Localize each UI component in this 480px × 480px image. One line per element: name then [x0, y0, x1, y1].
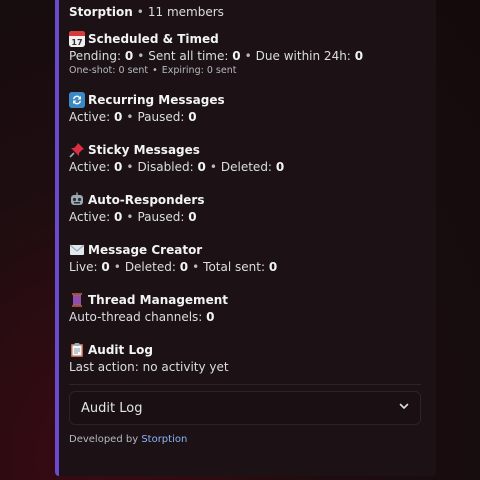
section-title: Audit Log	[88, 343, 153, 357]
pending-value: 0	[124, 49, 134, 63]
total-label: Total sent:	[203, 260, 265, 274]
channels-value: 0	[206, 310, 215, 324]
embed-footer: Developed by Storption	[69, 434, 422, 445]
embed-header: Storption • 11 members	[69, 5, 224, 19]
section-audit-log: Audit Log Last action: no activity yet	[69, 342, 422, 375]
thread-spool-icon	[69, 292, 85, 308]
select-value: Audit Log	[81, 400, 143, 416]
section-title: Sticky Messages	[88, 143, 200, 157]
sent-label: Sent all time:	[148, 49, 229, 63]
deleted-value: 0	[275, 160, 285, 174]
due-label: Due within 24h:	[255, 49, 351, 63]
paused-label: Paused:	[137, 110, 185, 124]
svg-text:17: 17	[71, 38, 82, 47]
last-action: Last action: no activity yet	[69, 360, 229, 374]
section-scheduled: 17 Scheduled & Timed Pending: 0 • Sent all…	[69, 31, 364, 76]
active-value: 0	[114, 110, 123, 124]
section-title: Recurring Messages	[88, 93, 225, 107]
active-label: Active:	[69, 160, 111, 174]
oneshot-stat: One-shot: 0 sent	[69, 65, 149, 76]
section-title: Scheduled & Timed	[88, 32, 219, 46]
live-value: 0	[101, 260, 110, 274]
section-title: Thread Management	[88, 293, 228, 307]
deleted-value: 0	[179, 260, 189, 274]
section-recurring: Recurring Messages Active: 0 • Paused: 0	[69, 92, 225, 124]
active-value: 0	[114, 210, 123, 224]
total-value: 0	[268, 260, 278, 274]
section-title: Auto-Responders	[88, 193, 205, 207]
section-message-creator: Message Creator Live: 0 • Deleted: 0 • Total…	[69, 242, 278, 274]
footer-prefix: Developed by	[69, 434, 139, 445]
due-value: 0	[354, 49, 364, 63]
paused-value: 0	[188, 110, 197, 124]
disabled-value: 0	[197, 160, 206, 174]
server-name: Storption	[69, 5, 133, 19]
section-sticky: Sticky Messages Active: 0 • Disabled: 0 • De…	[69, 142, 285, 174]
pushpin-icon	[69, 142, 85, 158]
deleted-label: Deleted:	[124, 260, 176, 274]
stats-embed: Storption • 11 members 17 Scheduled & Time…	[55, 0, 436, 476]
divider	[69, 384, 421, 385]
clipboard-icon	[69, 342, 85, 358]
robot-icon	[69, 192, 85, 208]
section-title: Message Creator	[88, 243, 203, 257]
live-label: Live:	[69, 260, 98, 274]
sent-value: 0	[232, 49, 241, 63]
deleted-label: Deleted:	[220, 160, 272, 174]
section-thread-management: Thread Management Auto-thread channels: …	[69, 292, 422, 325]
expiring-stat: Expiring: 0 sent	[161, 65, 237, 76]
envelope-icon	[69, 242, 85, 258]
member-count: 11 members	[147, 5, 224, 19]
section-select-dropdown[interactable]: Audit Log	[69, 391, 421, 425]
calendar-icon: 17	[69, 31, 85, 47]
active-label: Active:	[69, 110, 111, 124]
paused-value: 0	[188, 210, 197, 224]
repeat-icon	[69, 92, 85, 108]
active-label: Active:	[69, 210, 111, 224]
section-auto-responders: Auto-Responders Active: 0 • Paused: 0	[69, 192, 205, 224]
active-value: 0	[114, 160, 123, 174]
footer-link[interactable]: Storption	[141, 434, 187, 445]
paused-label: Paused:	[137, 210, 185, 224]
pending-label: Pending:	[69, 49, 122, 63]
chevron-down-icon	[398, 400, 410, 416]
disabled-label: Disabled:	[137, 160, 194, 174]
channels-label: Auto-thread channels:	[69, 310, 203, 324]
